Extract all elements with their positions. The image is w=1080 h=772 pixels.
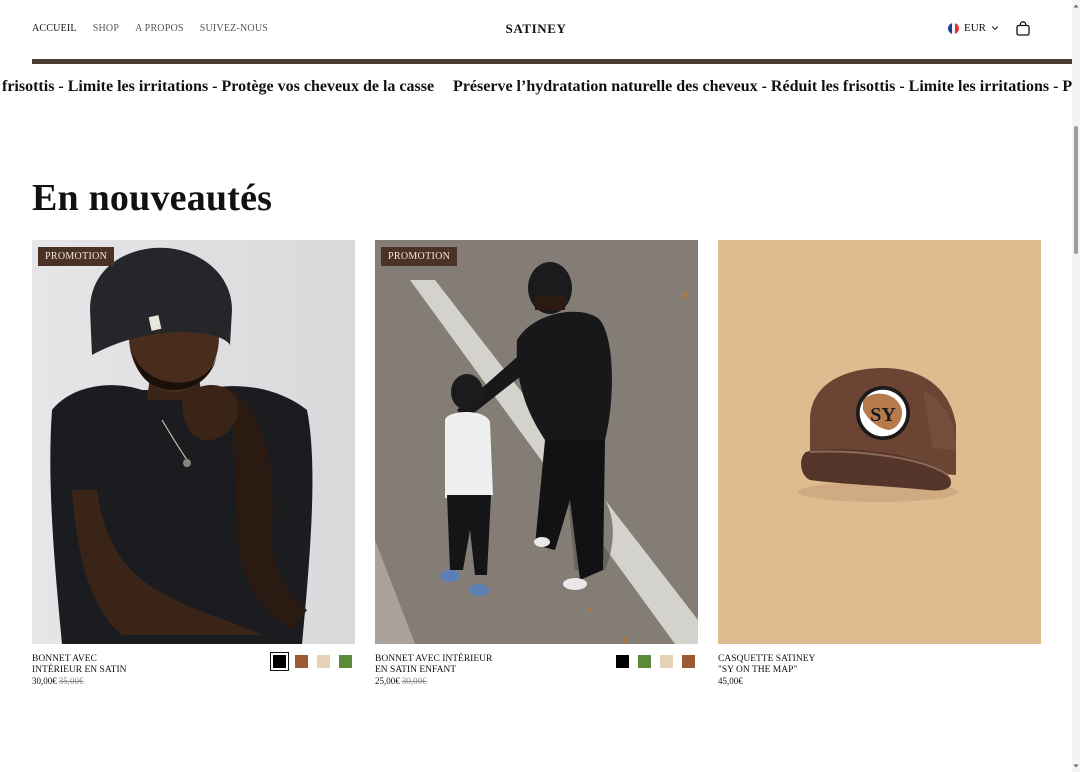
header-divider	[32, 59, 1072, 64]
product-card: SY CASQUETTE SATINEY "SY ON THE MAP" 45,…	[718, 240, 1041, 694]
old-price: 35,00€	[58, 676, 84, 686]
product-title[interactable]: BONNET AVEC INTÉRIEUR EN SATIN ENFANT	[375, 654, 555, 676]
color-swatches	[616, 655, 695, 668]
site-header: ACCUEIL SHOP A PROPOS SUIVEZ-NOUS SATINE…	[0, 0, 1072, 60]
current-price: 45,00€	[718, 676, 743, 686]
scroll-up-arrow-icon[interactable]	[1073, 3, 1079, 9]
brand-logo[interactable]: SATINEY	[505, 21, 566, 36]
swatch-beige[interactable]	[317, 655, 330, 668]
current-price: 25,00€	[375, 676, 400, 686]
cap-logo-mark: SY	[870, 404, 896, 426]
scrollbar-thumb[interactable]	[1074, 126, 1078, 254]
product-title[interactable]: BONNET AVEC INTÉRIEUR EN SATIN	[32, 654, 212, 676]
promotion-badge: PROMOTION	[381, 247, 458, 266]
swatch-brown[interactable]	[682, 655, 695, 668]
nav-shop[interactable]: SHOP	[93, 23, 119, 34]
nav-suivez-nous[interactable]: SUIVEZ-NOUS	[200, 23, 268, 34]
main-nav: ACCUEIL SHOP A PROPOS SUIVEZ-NOUS	[32, 23, 268, 34]
product-price: 30,00€ 35,00€	[32, 676, 84, 686]
product-card: PROMOTION BONNET AVEC INTÉRIEUR EN SATIN…	[375, 240, 698, 694]
scroll-down-arrow-icon[interactable]	[1073, 763, 1079, 769]
benefits-marquee: frisottis - Limite les irritations - Pro…	[0, 78, 1072, 100]
cart-bag-icon[interactable]	[1016, 21, 1030, 36]
product-price: 45,00€	[718, 676, 743, 686]
product-image[interactable]: SY	[718, 240, 1041, 644]
swatch-black[interactable]	[270, 652, 289, 671]
father-and-child-photo	[375, 240, 698, 644]
marquee-item: frisottis - Limite les irritations - Pro…	[2, 78, 435, 95]
section-title: En nouveautés	[32, 177, 273, 219]
page-scrollbar[interactable]	[1072, 0, 1080, 772]
old-price: 30,00€	[401, 676, 427, 686]
nav-a-propos[interactable]: A PROPOS	[135, 23, 184, 34]
current-price: 30,00€	[32, 676, 57, 686]
swatch-beige[interactable]	[660, 655, 673, 668]
swatch-green[interactable]	[339, 655, 352, 668]
product-title[interactable]: CASQUETTE SATINEY "SY ON THE MAP"	[718, 654, 898, 676]
currency-selector[interactable]: EUR	[948, 22, 999, 34]
swatch-brown[interactable]	[295, 655, 308, 668]
currency-label: EUR	[964, 22, 986, 34]
brown-cap-photo: SY	[718, 240, 1041, 644]
france-flag-icon	[948, 22, 959, 34]
marquee-item: Préserve l’hydratation naturelle des che…	[453, 78, 1072, 95]
product-card: PROMOTION BONNET AVEC INTÉRIEUR EN SATIN…	[32, 240, 355, 694]
chevron-down-icon	[991, 26, 999, 31]
promotion-badge: PROMOTION	[38, 247, 115, 266]
man-in-black-beanie-photo	[32, 240, 355, 644]
product-price: 25,00€ 30,00€	[375, 676, 427, 686]
color-swatches	[270, 652, 352, 671]
nav-accueil[interactable]: ACCUEIL	[32, 23, 77, 34]
product-image[interactable]: PROMOTION	[32, 240, 355, 644]
swatch-green[interactable]	[638, 655, 651, 668]
swatch-black[interactable]	[616, 655, 629, 668]
product-image[interactable]: PROMOTION	[375, 240, 698, 644]
